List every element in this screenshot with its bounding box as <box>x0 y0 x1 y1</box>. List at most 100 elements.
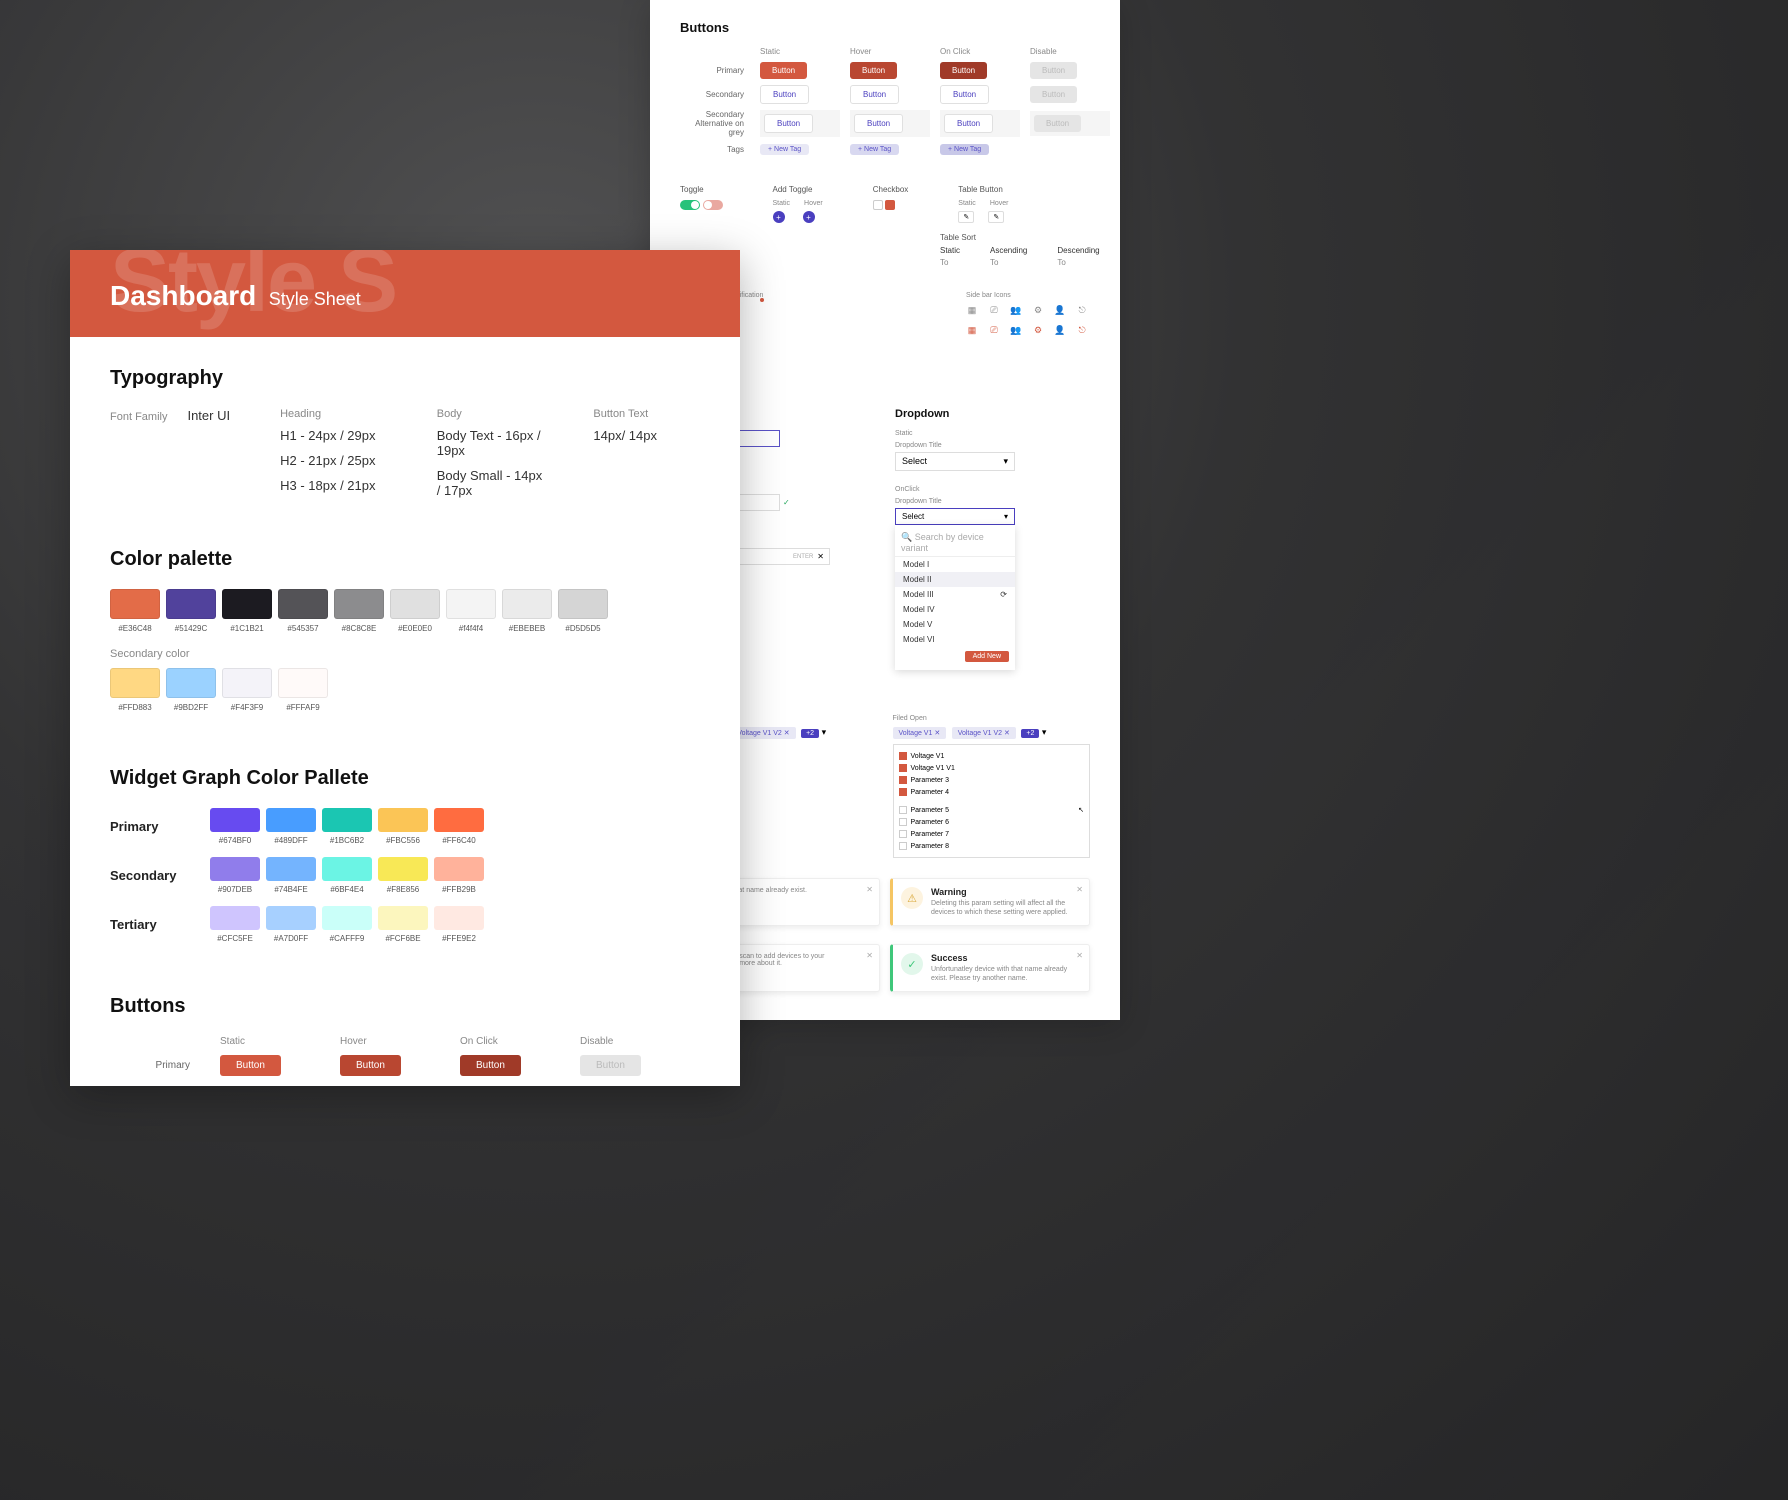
secondary-alt-hover[interactable]: Button <box>854 114 903 133</box>
dashboard-icon: ▦ <box>966 304 978 316</box>
gear-active-icon: ⚙ <box>1032 324 1044 336</box>
color-swatch: #D5D5D5 <box>558 589 608 633</box>
filter-more-badge[interactable]: +2 <box>1021 729 1039 738</box>
checkbox-unchecked[interactable] <box>873 200 883 210</box>
primary-button-click[interactable]: Button <box>460 1055 521 1076</box>
add-toggle-hover[interactable]: + <box>803 211 815 223</box>
graph-swatch: #6BF4E4 <box>322 857 372 894</box>
filter-chip[interactable]: Voltage V1 ✕ <box>893 727 947 739</box>
sidebar-icons-grid: ▦ ⎚ 👥 ⚙ 👤 ⎋ ▦ ⎚ 👥 ⚙ 👤 ⎋ <box>966 304 1090 336</box>
toggle-block: Toggle <box>680 185 723 223</box>
dashboard-active-icon: ▦ <box>966 324 978 336</box>
add-toggle-static[interactable]: + <box>773 211 785 223</box>
secondary-button-click[interactable]: Button <box>940 85 989 104</box>
close-icon[interactable]: ✕ <box>1076 885 1083 894</box>
typography-section: Typography Font Family Inter UI Heading … <box>70 337 740 518</box>
graph-swatch: #A7D0FF <box>266 906 316 943</box>
graph-swatch: #CAFFF9 <box>322 906 372 943</box>
table-edit-static-icon[interactable]: ✎ <box>958 211 974 223</box>
primary-button-disabled: Button <box>1030 62 1077 79</box>
color-swatch: #8C8C8E <box>334 589 384 633</box>
font-family-value: Inter UI <box>187 408 230 423</box>
buttons-heading: Buttons <box>680 20 1090 35</box>
success-icon: ✓ <box>901 953 923 975</box>
filter-chip[interactable]: Voltage V1 V2 ✕ <box>731 727 795 739</box>
color-swatch: #51429C <box>166 589 216 633</box>
primary-button-hover[interactable]: Button <box>850 62 897 79</box>
profile-active-icon: 👤 <box>1054 324 1066 336</box>
clear-search-icon[interactable]: ✕ <box>817 552 824 561</box>
dropdown-option[interactable]: Model II <box>895 572 1015 587</box>
primary-button-hover[interactable]: Button <box>340 1055 401 1076</box>
toggle-on[interactable] <box>680 200 700 210</box>
device-icon: ⎚ <box>988 304 1000 316</box>
graph-swatch: #674BF0 <box>210 808 260 845</box>
graph-swatch: #FF6C40 <box>434 808 484 845</box>
graph-swatch: #CFC5FE <box>210 906 260 943</box>
chevron-down-icon[interactable]: ▾ <box>1042 727 1047 737</box>
toggle-off[interactable] <box>703 200 723 210</box>
close-icon[interactable]: ✕ <box>1076 951 1083 960</box>
graph-row-label: Primary <box>110 819 190 834</box>
table-button-block: Table Button Static Hover ✎ ✎ <box>958 185 1008 223</box>
primary-button-click[interactable]: Button <box>940 62 987 79</box>
cursor-icon: ↖ <box>1078 806 1084 814</box>
dropdown-option[interactable]: Model I <box>895 557 1015 572</box>
warning-notification: ⚠ Warning Deleting this param setting wi… <box>890 878 1090 926</box>
device-active-icon: ⎚ <box>988 324 1000 336</box>
checkbox-checked[interactable] <box>885 200 895 210</box>
color-swatch: #F4F3F9 <box>222 668 272 712</box>
color-swatch: #EBEBEB <box>502 589 552 633</box>
color-swatch: #545357 <box>278 589 328 633</box>
dropdown-open[interactable]: Select▾ <box>895 508 1015 525</box>
table-edit-hover-icon[interactable]: ✎ <box>988 211 1004 223</box>
tag-hover[interactable]: + New Tag <box>850 144 899 155</box>
add-toggle-block: Add Toggle Static Hover + + <box>773 185 823 223</box>
color-swatch: #FFFAF9 <box>278 668 328 712</box>
dropdown-option[interactable]: Model V <box>895 617 1015 632</box>
dropdown-option[interactable]: Model III ⟳ <box>895 587 1015 602</box>
users-icon: 👥 <box>1010 304 1022 316</box>
secondary-button-static[interactable]: Button <box>760 85 809 104</box>
checkbox-block: Checkbox <box>873 185 909 223</box>
warning-icon: ⚠ <box>901 887 923 909</box>
secondary-button-hover[interactable]: Button <box>850 85 899 104</box>
primary-button-static[interactable]: Button <box>760 62 807 79</box>
tag-static[interactable]: + New Tag <box>760 144 809 155</box>
color-swatch: #f4f4f4 <box>446 589 496 633</box>
dropdown-menu: 🔍 Search by device variant Model I Model… <box>895 525 1015 670</box>
users-active-icon: 👥 <box>1010 324 1022 336</box>
color-swatch: #FFD883 <box>110 668 160 712</box>
chevron-down-icon: ▾ <box>1004 512 1008 521</box>
dropdown-static[interactable]: Select ▾ <box>895 452 1015 471</box>
color-swatch: #E36C48 <box>110 589 160 633</box>
graph-swatch: #FFE9E2 <box>434 906 484 943</box>
graph-row-label: Tertiary <box>110 917 190 932</box>
close-icon[interactable]: ✕ <box>866 885 873 894</box>
color-swatch: #E0E0E0 <box>390 589 440 633</box>
dropdown-option[interactable]: Model VI <box>895 632 1015 647</box>
tag-click[interactable]: + New Tag <box>940 144 989 155</box>
chevron-down-icon: ▾ <box>1003 456 1008 467</box>
close-icon[interactable]: ✕ <box>866 951 873 960</box>
filter-chip[interactable]: Voltage V1 V2 ✕ <box>952 727 1016 739</box>
profile-icon: 👤 <box>1054 304 1066 316</box>
primary-button-static[interactable]: Button <box>220 1055 281 1076</box>
search-icon: 🔍 <box>901 532 912 542</box>
dropdown-option[interactable]: Model IV <box>895 602 1015 617</box>
check-icon: ✓ <box>783 498 790 507</box>
graph-swatch: #907DEB <box>210 857 260 894</box>
dropdown-search[interactable]: 🔍 Search by device variant <box>895 529 1015 557</box>
graph-row-label: Secondary <box>110 868 190 883</box>
graph-swatch: #489DFF <box>266 808 316 845</box>
graph-swatch: #74B4FE <box>266 857 316 894</box>
secondary-alt-click[interactable]: Button <box>944 114 993 133</box>
add-new-button[interactable]: Add New <box>965 651 1009 662</box>
logout-icon: ⎋ <box>1076 304 1088 316</box>
filter-more-badge[interactable]: +2 <box>801 729 819 738</box>
chevron-down-icon[interactable]: ▾ <box>822 727 827 737</box>
secondary-button-disabled: Button <box>1030 86 1077 103</box>
color-swatch: #9BD2FF <box>166 668 216 712</box>
secondary-alt-static[interactable]: Button <box>764 114 813 133</box>
color-swatch: #1C1B21 <box>222 589 272 633</box>
